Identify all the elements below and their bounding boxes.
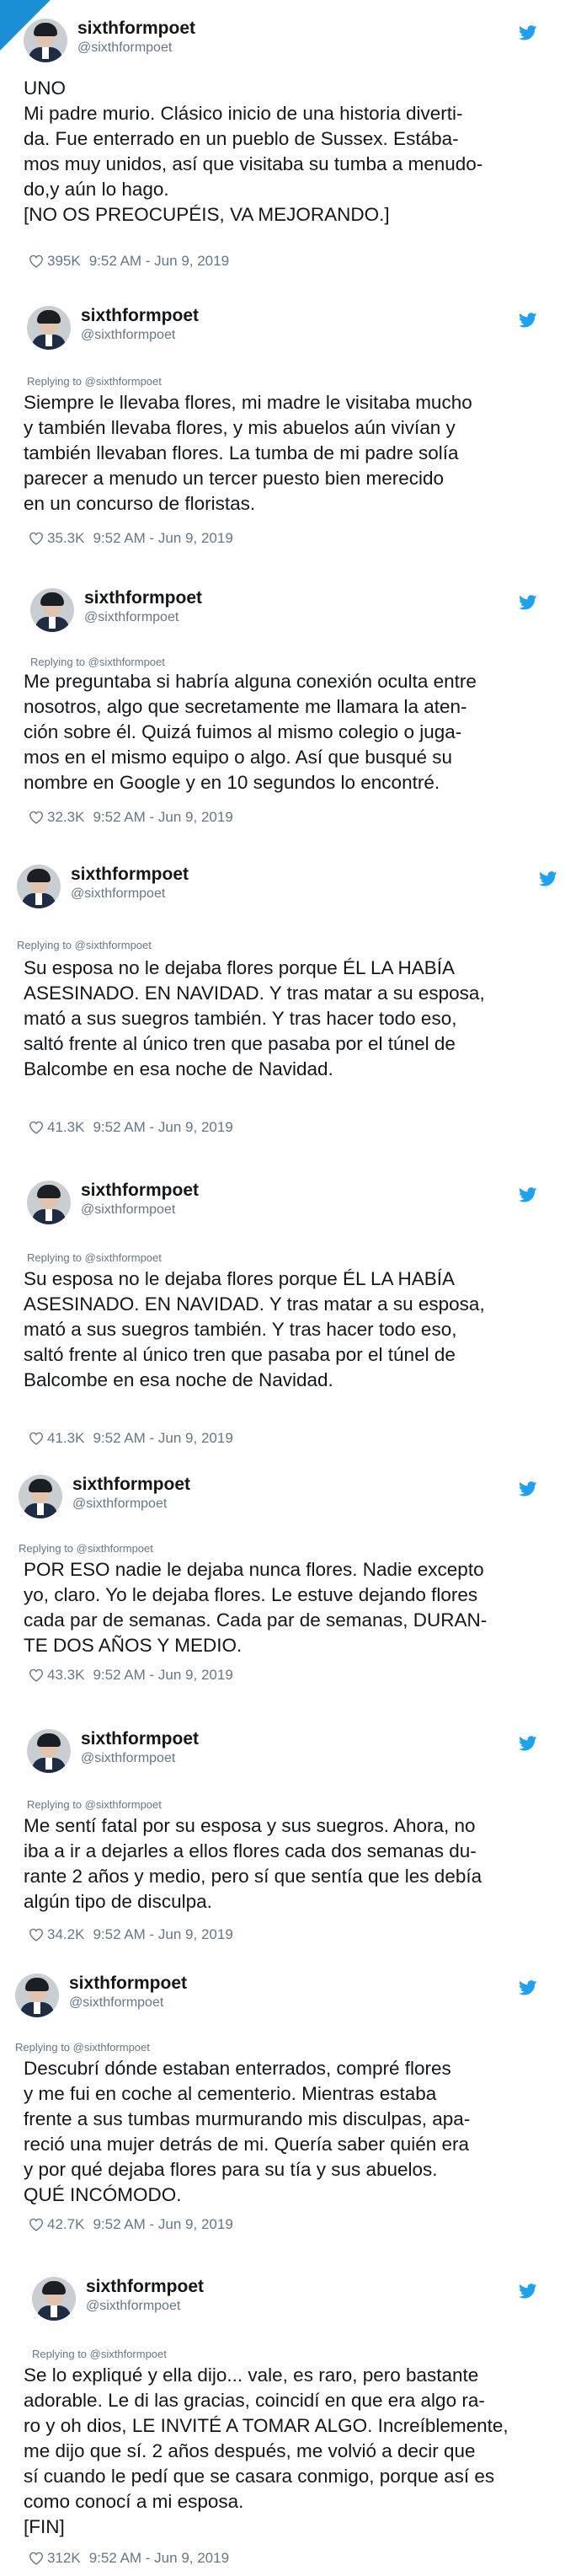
- twitter-bird-icon[interactable]: [519, 25, 537, 40]
- user-handle[interactable]: @sixthformpoet: [81, 1751, 175, 1766]
- user-name[interactable]: sixthformpoet: [69, 1974, 187, 1994]
- user-name[interactable]: sixthformpoet: [81, 306, 199, 326]
- user-handle[interactable]: @sixthformpoet: [84, 610, 179, 625]
- tweet-card: sixthformpoet @sixthformpoet Replying to @…: [0, 1167, 565, 1466]
- tweet-timestamp[interactable]: 9:52 AM - Jun 9, 2019: [93, 1926, 232, 1943]
- heart-icon[interactable]: [29, 1121, 44, 1134]
- replying-to-label: Replying to @sixthformpoet: [19, 1542, 153, 1555]
- tweet-meta: 35.3K 9:52 AM - Jun 9, 2019: [29, 530, 233, 547]
- replying-to-label: Replying to @sixthformpoet: [17, 939, 152, 951]
- tweet-text: Me preguntaba si habría alguna conexión …: [24, 671, 477, 793]
- tweet-card: sixthformpoet @sixthformpoet Replying to @…: [0, 1719, 565, 1963]
- user-name[interactable]: sixthformpoet: [81, 1729, 199, 1749]
- twitter-bird-icon[interactable]: [519, 1980, 537, 1995]
- heart-icon[interactable]: [29, 2218, 44, 2231]
- tweet-text: Su esposa no le dejaba flores porque ÉL …: [24, 1268, 485, 1390]
- tweet-card: sixthformpoet @sixthformpoet Replying to @…: [0, 1466, 565, 1719]
- user-handle[interactable]: @sixthformpoet: [81, 1202, 175, 1218]
- tweet-text: Siempre le llevaba flores, mi madre le v…: [24, 392, 472, 514]
- user-name[interactable]: sixthformpoet: [84, 588, 202, 608]
- tweet-card: sixthformpoet @sixthformpoet Replying to @…: [0, 573, 565, 851]
- twitter-bird-icon[interactable]: [519, 595, 537, 610]
- tweet-meta: 34.2K 9:52 AM - Jun 9, 2019: [29, 1926, 233, 1943]
- tweet-card: sixthformpoet @sixthformpoet Replying to @…: [0, 851, 565, 1167]
- tweet-meta: 42.7K 9:52 AM - Jun 9, 2019: [29, 2216, 233, 2233]
- user-name[interactable]: sixthformpoet: [81, 1181, 199, 1201]
- avatar[interactable]: [32, 2277, 76, 2321]
- user-handle[interactable]: @sixthformpoet: [86, 2299, 180, 2314]
- twitter-bird-icon[interactable]: [539, 871, 557, 886]
- avatar[interactable]: [24, 19, 67, 62]
- twitter-bird-icon[interactable]: [519, 1187, 537, 1202]
- avatar[interactable]: [15, 1974, 59, 2017]
- like-count[interactable]: 32.3K: [47, 809, 84, 826]
- user-name[interactable]: sixthformpoet: [71, 865, 189, 885]
- avatar[interactable]: [17, 865, 61, 908]
- user-name[interactable]: sixthformpoet: [77, 19, 195, 39]
- like-count[interactable]: 41.3K: [47, 1119, 84, 1136]
- avatar[interactable]: [27, 1729, 71, 1773]
- tweet-timestamp[interactable]: 9:52 AM - Jun 9, 2019: [93, 1667, 232, 1684]
- tweet-timestamp[interactable]: 9:52 AM - Jun 9, 2019: [89, 2550, 229, 2567]
- avatar[interactable]: [27, 1181, 71, 1224]
- replying-to-label: Replying to @sixthformpoet: [30, 656, 165, 668]
- heart-icon[interactable]: [29, 532, 44, 545]
- replying-to-label: Replying to @sixthformpoet: [15, 2041, 150, 2054]
- tweet-text: POR ESO nadie le dejaba nunca flores. Na…: [24, 1559, 488, 1656]
- like-count[interactable]: 312K: [47, 2550, 81, 2567]
- heart-icon[interactable]: [29, 811, 44, 824]
- avatar[interactable]: [27, 306, 71, 350]
- tweet-timestamp[interactable]: 9:52 AM - Jun 9, 2019: [93, 2216, 232, 2233]
- tweet-card: sixthformpoet @sixthformpoet Replying to @…: [0, 1963, 565, 2267]
- replying-to-label: Replying to @sixthformpoet: [27, 1798, 162, 1811]
- user-name[interactable]: sixthformpoet: [86, 2277, 204, 2297]
- user-handle[interactable]: @sixthformpoet: [71, 886, 165, 902]
- tweet-meta: 41.3K 9:52 AM - Jun 9, 2019: [29, 1430, 233, 1447]
- tweet-meta: 41.3K 9:52 AM - Jun 9, 2019: [29, 1119, 233, 1136]
- user-handle[interactable]: @sixthformpoet: [69, 1995, 163, 2011]
- tweet-timestamp[interactable]: 9:52 AM - Jun 9, 2019: [89, 253, 229, 270]
- tweet-meta: 395K 9:52 AM - Jun 9, 2019: [29, 253, 229, 270]
- tweet-text: Su esposa no le dejaba flores porque ÉL …: [24, 957, 485, 1079]
- tweet-card: sixthformpoet @sixthformpoet Replying to @…: [0, 2267, 565, 2576]
- user-handle[interactable]: @sixthformpoet: [77, 40, 172, 56]
- tweet-text: UNO Mi padre murio. Clásico inicio de un…: [24, 78, 483, 225]
- like-count[interactable]: 34.2K: [47, 1926, 84, 1943]
- replying-to-label: Replying to @sixthformpoet: [27, 1251, 162, 1264]
- user-handle[interactable]: @sixthformpoet: [72, 1497, 167, 1512]
- tweet-text: Se lo expliqué y ella dijo... vale, es r…: [24, 2364, 509, 2537]
- tweet-timestamp[interactable]: 9:52 AM - Jun 9, 2019: [93, 1430, 232, 1447]
- tweet-text: Me sentí fatal por su esposa y sus suegr…: [24, 1815, 482, 1912]
- tweet-card: sixthformpoet @sixthformpoet UNO Mi padre …: [0, 0, 565, 291]
- avatar[interactable]: [30, 588, 74, 632]
- tweet-meta: 32.3K 9:52 AM - Jun 9, 2019: [29, 809, 233, 826]
- tweet-timestamp[interactable]: 9:52 AM - Jun 9, 2019: [93, 530, 232, 547]
- twitter-bird-icon[interactable]: [519, 313, 537, 328]
- replying-to-label: Replying to @sixthformpoet: [27, 375, 162, 388]
- twitter-bird-icon[interactable]: [519, 2284, 537, 2299]
- tweet-card: sixthformpoet @sixthformpoet Replying to @…: [0, 291, 565, 573]
- like-count[interactable]: 35.3K: [47, 530, 84, 547]
- tweet-timestamp[interactable]: 9:52 AM - Jun 9, 2019: [93, 1119, 232, 1136]
- heart-icon[interactable]: [29, 1668, 44, 1682]
- heart-icon[interactable]: [29, 254, 44, 268]
- heart-icon[interactable]: [29, 1928, 44, 1941]
- replying-to-label: Replying to @sixthformpoet: [32, 2348, 167, 2360]
- tweet-text: Descubrí dónde estaban enterrados, compr…: [24, 2058, 471, 2205]
- heart-icon[interactable]: [29, 1432, 44, 1445]
- avatar[interactable]: [19, 1475, 62, 1518]
- twitter-bird-icon[interactable]: [519, 1736, 537, 1751]
- like-count[interactable]: 41.3K: [47, 1430, 84, 1447]
- tweet-meta: 43.3K 9:52 AM - Jun 9, 2019: [29, 1667, 233, 1684]
- tweet-timestamp[interactable]: 9:52 AM - Jun 9, 2019: [93, 809, 232, 826]
- heart-icon[interactable]: [29, 2552, 44, 2565]
- tweet-meta: 312K 9:52 AM - Jun 9, 2019: [29, 2550, 229, 2567]
- like-count[interactable]: 42.7K: [47, 2216, 84, 2233]
- twitter-bird-icon[interactable]: [519, 1481, 537, 1497]
- user-handle[interactable]: @sixthformpoet: [81, 328, 175, 343]
- user-name[interactable]: sixthformpoet: [72, 1475, 190, 1495]
- like-count[interactable]: 395K: [47, 253, 81, 270]
- like-count[interactable]: 43.3K: [47, 1667, 84, 1684]
